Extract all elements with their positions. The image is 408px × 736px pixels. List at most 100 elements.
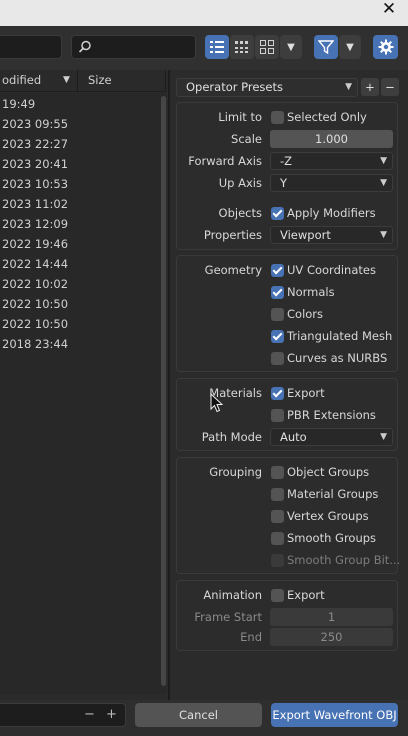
curves-as-nurbs-label: Curves as NURBS (287, 351, 388, 365)
normals-label: Normals (287, 285, 335, 299)
materials-export-label: Export (287, 386, 325, 400)
column-modified[interactable]: odified (2, 73, 41, 87)
list-item-date[interactable]: 2022 10:50 (2, 317, 68, 331)
apply-modifiers-label: Apply Modifiers (287, 206, 376, 220)
column-divider[interactable] (77, 70, 78, 92)
thumbnail-grid-icon (260, 40, 274, 54)
file-list-header: odified ▼ Size (0, 70, 166, 92)
vertical-list-view-button[interactable] (205, 35, 229, 59)
operator-presets-label: Operator Presets (186, 80, 283, 94)
export-wavefront-obj-button[interactable]: Export Wavefront OBJ (271, 703, 398, 727)
forward-axis-label: Forward Axis (188, 154, 262, 168)
animation-export-checkbox[interactable] (271, 589, 284, 602)
chevron-down-icon: ▼ (346, 42, 354, 53)
pbr-extensions-checkbox[interactable] (271, 409, 284, 422)
filter-toggle-button[interactable] (314, 35, 338, 59)
colors-label: Colors (287, 307, 324, 321)
list-view-icon (210, 41, 224, 53)
cancel-button[interactable]: Cancel (135, 703, 262, 727)
limit-to-label: Limit to (218, 110, 262, 124)
list-item-date[interactable]: 2022 14:44 (2, 257, 68, 271)
settings-gear-button[interactable] (373, 35, 398, 59)
triangulated-mesh-checkbox[interactable] (271, 330, 284, 343)
chevron-down-icon: ▼ (380, 156, 387, 166)
decrement-filename-button[interactable]: − (84, 707, 95, 722)
material-groups-checkbox[interactable] (271, 488, 284, 501)
forward-axis-dropdown[interactable]: -Z ▼ (270, 152, 393, 170)
list-item-date[interactable]: 2022 19:46 (2, 237, 68, 251)
horizontal-list-view-button[interactable] (230, 35, 254, 59)
frame-start-field[interactable]: 1 (270, 608, 393, 626)
grouping-label: Grouping (209, 465, 262, 479)
list-item-date[interactable]: 2018 23:44 (2, 337, 68, 351)
path-mode-value: Auto (280, 430, 307, 444)
list-item-date[interactable]: 2023 12:09 (2, 217, 68, 231)
chevron-down-icon: ▼ (345, 82, 352, 92)
vertex-groups-checkbox[interactable] (271, 510, 284, 523)
bottom-bar: − + Cancel Export Wavefront OBJ (0, 700, 408, 736)
search-icon (78, 40, 91, 53)
title-bar (0, 0, 408, 26)
list-item-date[interactable]: 2023 22:27 (2, 137, 68, 151)
directory-path-field[interactable] (0, 35, 62, 59)
increment-filename-button[interactable]: + (106, 707, 117, 722)
materials-export-checkbox[interactable] (271, 387, 284, 400)
smooth-groups-label: Smooth Groups (287, 531, 377, 545)
close-window-button[interactable]: ✕ (378, 0, 400, 18)
curves-as-nurbs-checkbox[interactable] (271, 352, 284, 365)
search-input[interactable] (71, 35, 196, 59)
properties-value: Viewport (280, 228, 331, 242)
scale-field[interactable]: 1.000 (270, 130, 393, 148)
remove-preset-button[interactable]: − (381, 78, 399, 96)
colors-checkbox[interactable] (271, 308, 284, 321)
add-preset-button[interactable]: + (361, 78, 379, 96)
sort-down-icon[interactable]: ▼ (63, 75, 70, 85)
selected-only-label: Selected Only (287, 110, 367, 124)
material-groups-label: Material Groups (287, 487, 379, 501)
column-divider[interactable] (165, 70, 166, 92)
up-axis-value: Y (280, 176, 288, 190)
path-mode-dropdown[interactable]: Auto ▼ (270, 428, 393, 446)
normals-checkbox[interactable] (271, 286, 284, 299)
display-settings-dropdown[interactable]: ▼ (280, 35, 302, 59)
list-item-date[interactable]: 2023 20:41 (2, 157, 68, 171)
properties-label: Properties (203, 228, 262, 242)
frame-end-field[interactable]: 250 (270, 628, 393, 646)
selected-only-checkbox[interactable] (271, 111, 284, 124)
list-item-date[interactable]: 2023 11:02 (2, 197, 68, 211)
list-item-date[interactable]: 2023 09:55 (2, 117, 68, 131)
list-item-date[interactable]: 2022 10:50 (2, 297, 68, 311)
smooth-groups-checkbox[interactable] (271, 532, 284, 545)
vertex-groups-label: Vertex Groups (287, 509, 369, 523)
filter-icon (317, 40, 335, 55)
mouse-cursor-icon (210, 393, 224, 413)
frame-end-label: End (240, 630, 262, 644)
chevron-down-icon: ▼ (380, 432, 387, 442)
smooth-group-bitflags-checkbox[interactable] (271, 554, 284, 567)
objects-label: Objects (218, 206, 262, 220)
uv-coordinates-checkbox[interactable] (271, 264, 284, 277)
file-list-scrollbar[interactable] (161, 96, 166, 686)
horizontal-list-icon (235, 41, 248, 53)
uv-coordinates-label: UV Coordinates (287, 263, 376, 277)
list-item-date[interactable]: 19:49 (2, 97, 35, 111)
path-mode-label: Path Mode (201, 430, 262, 444)
apply-modifiers-checkbox[interactable] (271, 207, 284, 220)
thumbnail-view-button[interactable] (255, 35, 279, 59)
list-item-date[interactable]: 2023 10:53 (2, 177, 68, 191)
chevron-down-icon: ▼ (380, 178, 387, 188)
scale-label: Scale (231, 132, 262, 146)
object-groups-label: Object Groups (287, 465, 370, 479)
object-groups-checkbox[interactable] (271, 466, 284, 479)
animation-label: Animation (203, 588, 262, 602)
gear-icon (378, 39, 393, 55)
column-size[interactable]: Size (88, 73, 112, 87)
up-axis-dropdown[interactable]: Y ▼ (270, 174, 393, 192)
filter-settings-dropdown[interactable]: ▼ (339, 35, 361, 59)
properties-dropdown[interactable]: Viewport ▼ (270, 226, 393, 244)
list-item-date[interactable]: 2022 10:02 (2, 277, 68, 291)
operator-presets-dropdown[interactable]: Operator Presets ▼ (176, 78, 358, 97)
filename-input[interactable]: − + (0, 703, 126, 727)
chevron-down-icon: ▼ (380, 230, 387, 240)
chevron-down-icon: ▼ (287, 42, 295, 53)
